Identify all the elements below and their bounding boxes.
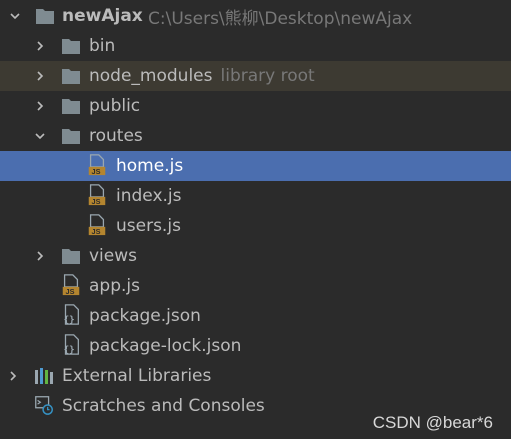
file-label-home-js: home.js xyxy=(116,156,184,176)
svg-text:{}: {} xyxy=(64,314,75,325)
tree-row-index-js[interactable]: JS index.js xyxy=(0,181,511,211)
svg-text:JS: JS xyxy=(92,167,101,176)
tree-row-project-root[interactable]: newAjax C:\Users\熊柳\Desktop\newAjax xyxy=(0,1,511,31)
chevron-right-icon[interactable] xyxy=(35,38,45,54)
folder-icon xyxy=(62,69,80,84)
chevron-right-icon[interactable] xyxy=(35,98,45,114)
tree-row-bin[interactable]: bin xyxy=(0,31,511,61)
chevron-right-icon[interactable] xyxy=(8,368,18,384)
tree-row-node-modules[interactable]: node_modules library root xyxy=(0,61,511,91)
tree-row-views[interactable]: views xyxy=(0,241,511,271)
svg-text:JS: JS xyxy=(66,287,75,296)
js-file-icon: JS xyxy=(88,184,106,206)
folder-label-views: views xyxy=(89,246,138,266)
folder-icon xyxy=(62,99,80,114)
svg-text:{}: {} xyxy=(64,344,75,355)
chevron-right-icon[interactable] xyxy=(35,248,45,264)
folder-label-bin: bin xyxy=(89,36,116,56)
file-label-index-js: index.js xyxy=(116,186,182,206)
folder-icon xyxy=(62,249,80,264)
js-file-icon: JS xyxy=(88,214,106,236)
folder-label-routes: routes xyxy=(89,126,143,146)
json-file-icon: {} xyxy=(64,334,79,355)
tree-row-external-libraries[interactable]: External Libraries xyxy=(0,361,511,391)
file-label-package-lock-json: package-lock.json xyxy=(89,336,242,356)
chevron-right-icon[interactable] xyxy=(35,68,45,84)
folder-icon xyxy=(62,39,80,54)
file-label-users-js: users.js xyxy=(116,216,181,236)
svg-text:JS: JS xyxy=(92,227,101,236)
folder-label-public: public xyxy=(89,96,141,116)
chevron-down-icon[interactable] xyxy=(35,128,45,144)
folder-icon xyxy=(36,9,54,24)
tree-row-package-json[interactable]: {} package.json xyxy=(0,301,511,331)
js-file-icon: JS xyxy=(88,154,106,176)
folder-label-node-modules: node_modules library root xyxy=(89,66,315,86)
external-libraries-label: External Libraries xyxy=(62,366,212,386)
svg-text:JS: JS xyxy=(92,197,101,206)
json-file-icon: {} xyxy=(64,304,79,325)
project-path: C:\Users\熊柳\Desktop\newAjax xyxy=(148,8,413,29)
library-root-hint: library root xyxy=(220,66,315,86)
tree-row-public[interactable]: public xyxy=(0,91,511,121)
tree-row-routes[interactable]: routes xyxy=(0,121,511,151)
scratches-icon xyxy=(35,396,53,415)
tree-row-app-js[interactable]: JS app.js xyxy=(0,271,511,301)
chevron-down-icon[interactable] xyxy=(10,8,20,24)
project-name: newAjax xyxy=(62,6,143,26)
scratches-label: Scratches and Consoles xyxy=(62,396,265,416)
watermark-text: CSDN @bear*6 xyxy=(372,413,493,432)
js-file-icon: JS xyxy=(62,274,80,296)
tree-row-package-lock-json[interactable]: {} package-lock.json xyxy=(0,331,511,361)
file-label-package-json: package.json xyxy=(89,306,201,326)
tree-row-home-js[interactable]: JS home.js xyxy=(0,151,511,181)
folder-icon xyxy=(62,129,80,144)
file-label-app-js: app.js xyxy=(89,276,140,296)
library-icon xyxy=(35,368,53,384)
tree-row-users-js[interactable]: JS users.js xyxy=(0,211,511,241)
